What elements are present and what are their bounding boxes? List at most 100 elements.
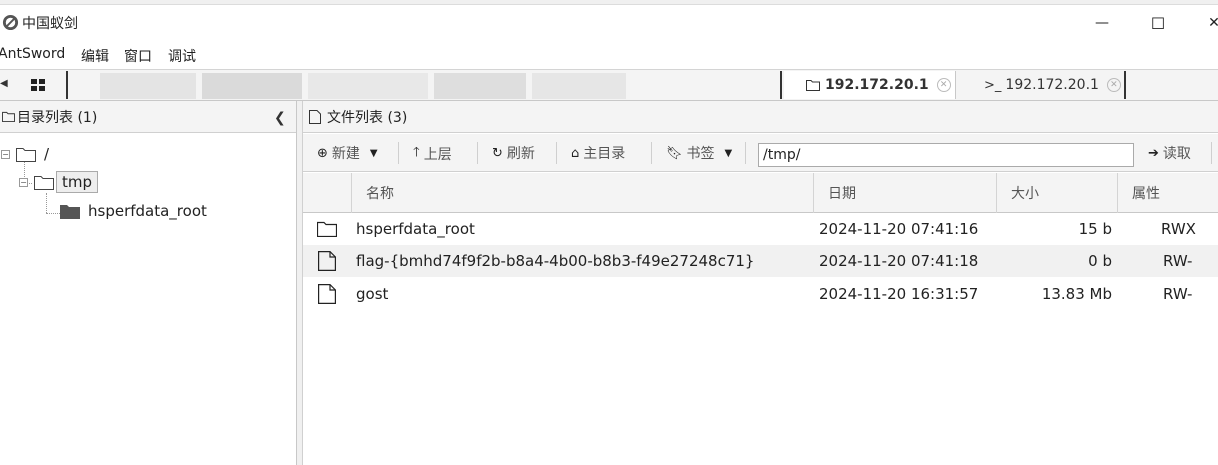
file-panel: 文件列表 (3) ⊕ 新建 ▼ 🡑 上层 ↻ 刷新 ⌂ 主目录 🔖︎ 书签 ▼ [303,101,1218,465]
file-name: gost [356,285,389,303]
tree-node-root[interactable]: − / [1,145,49,163]
home-icon: ⌂ [571,145,580,161]
file-date: 2024-11-20 07:41:18 [819,252,979,270]
home-button-label: 主目录 [583,146,626,162]
plus-circle-icon: ⊕ [317,145,328,161]
refresh-button-label: 刷新 [506,146,535,162]
caret-down-icon: ▼ [724,147,733,159]
file-name: flag-{bmhd74f9f2b-b8a4-4b00-b8b3-f49e272… [356,252,755,270]
window-title: 中国蚁剑 [22,16,78,32]
home-button[interactable]: ⌂ 主目录 [571,143,625,163]
read-button-label: 读取 [1162,146,1191,162]
folder-filled-icon [60,204,80,219]
new-button[interactable]: ⊕ 新建 ▼ [317,143,378,163]
tree-node-hsperfdata[interactable]: hsperfdata_root [60,202,207,220]
file-size: 13.83 Mb [1041,285,1112,303]
folder-icon [806,80,820,91]
bookmark-icon: 🔖︎ [666,145,683,161]
toolbar-separator [745,142,746,164]
column-label: 大小 [1011,186,1039,202]
file-attr: RW- [1163,285,1193,303]
close-button[interactable]: ✕ [1202,12,1218,34]
menu-edit[interactable]: 编辑 [81,46,109,66]
refresh-icon: ↻ [492,145,503,161]
menu-window[interactable]: 窗口 [124,46,152,66]
column-label: 日期 [828,186,856,202]
tree-node-label: hsperfdata_root [88,202,207,220]
minimize-button[interactable]: — [1090,12,1114,34]
redacted-block [202,73,302,99]
file-attr: RW- [1163,252,1193,270]
tree-toggle-icon[interactable]: − [1,149,10,159]
tab-home[interactable] [10,71,68,99]
file-date: 2024-11-20 07:41:16 [819,220,979,238]
collapse-panel-icon[interactable]: ❮ [274,110,286,126]
column-name[interactable]: 名称 [351,173,813,213]
new-button-label: 新建 [331,146,360,162]
up-button[interactable]: 🡑 上层 [413,143,452,165]
arrow-up-icon: 🡑 [413,145,420,160]
tab-close-icon[interactable]: ✕ [936,78,951,92]
path-input[interactable] [758,143,1134,167]
maximize-button[interactable]: ☐ [1146,12,1170,34]
redacted-block [100,73,196,99]
file-panel-header: 文件列表 (3) [303,101,1218,133]
arrow-right-icon: ➔ [1148,145,1159,161]
tab-terminal[interactable]: >_ 192.172.20.1 ✕ [958,71,1126,99]
tab-close-icon[interactable]: ✕ [1106,78,1121,92]
folder-icon [34,175,54,190]
menu-debug[interactable]: 调试 [168,46,196,66]
tree-line [46,193,47,213]
file-row[interactable]: hsperfdata_root 2024-11-20 07:41:16 15 b… [303,213,1218,245]
directory-panel: 目录列表 (1) ❮ − / − tmp hsperfdata_root [0,101,297,465]
tab-scroll-left-icon[interactable]: ◀ [0,78,8,92]
file-row[interactable]: gost 2024-11-20 16:31:57 13.83 Mb RW- [303,278,1218,310]
directory-panel-header: 目录列表 (1) [0,101,296,133]
tab-redacted[interactable] [70,71,782,99]
folder-icon [2,111,15,122]
read-button[interactable]: ➔ 读取 [1148,143,1191,163]
folder-icon [317,213,337,245]
tree-node-tmp[interactable]: − tmp [19,171,99,193]
tab-label: 192.172.20.1 [1005,77,1099,93]
bookmark-button-label: 书签 [686,146,715,162]
toolbar-separator [651,142,652,164]
file-size: 15 b [1078,220,1112,238]
file-icon [318,245,336,277]
column-attr[interactable]: 属性 [1117,173,1218,213]
terminal-icon: >_ [984,77,1002,93]
file-icon [318,278,336,310]
directory-panel-title: 目录列表 (1) [17,109,98,126]
redacted-block [434,73,526,99]
tab-file-manager[interactable]: 192.172.20.1 ✕ [784,71,956,99]
column-label: 属性 [1132,186,1160,202]
menu-antsword[interactable]: AntSword [0,46,65,62]
file-panel-title: 文件列表 (3) [327,109,408,126]
column-label: 名称 [366,186,394,202]
tree-toggle-icon[interactable]: − [19,177,28,187]
tree-node-label: tmp [56,171,99,193]
file-name: hsperfdata_root [356,220,475,238]
title-bar-top-edge [0,0,1218,5]
refresh-button[interactable]: ↻ 刷新 [492,143,535,163]
bookmark-button[interactable]: 🔖︎ 书签 ▼ [666,143,732,163]
file-date: 2024-11-20 16:31:57 [819,285,979,303]
grid-icon [31,79,45,91]
close-icon: ✕ [1208,15,1218,31]
up-button-label: 上层 [423,147,452,163]
tab-label: 192.172.20.1 [825,77,929,93]
maximize-icon: ☐ [1150,13,1166,33]
column-size[interactable]: 大小 [996,173,1117,213]
toolbar-separator [398,142,399,164]
tab-bar: ◀ 192.172.20.1 ✕ >_ 192.172.20.1 ✕ [0,69,1218,101]
file-row[interactable]: flag-{bmhd74f9f2b-b8a4-4b00-b8b3-f49e272… [303,245,1218,277]
column-date[interactable]: 日期 [813,173,996,213]
toolbar-separator [1211,142,1212,164]
file-icon [309,109,321,124]
redacted-block [308,73,428,99]
title-bar: 中国蚁剑 — ☐ ✕ [0,0,1218,44]
folder-icon [16,147,36,162]
toolbar-separator [556,142,557,164]
redacted-block [532,73,626,99]
file-attr: RWX [1161,220,1196,238]
